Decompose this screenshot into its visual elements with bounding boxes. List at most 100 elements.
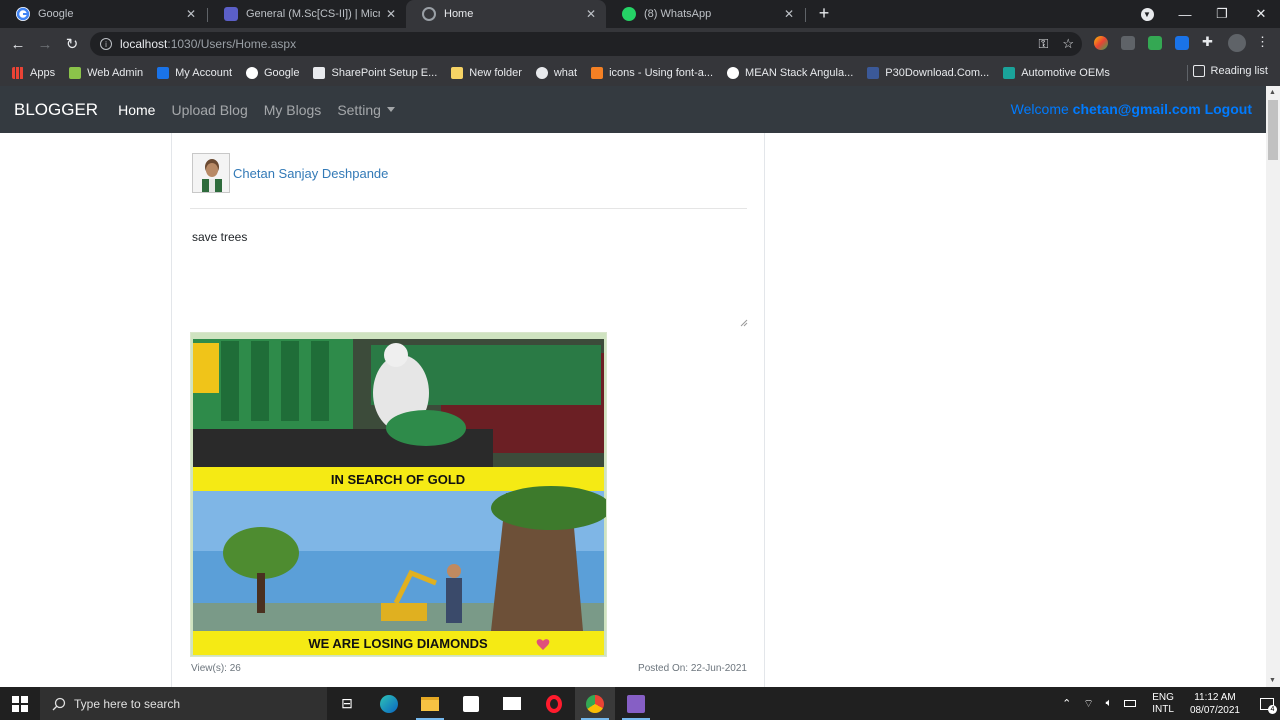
post-text: save trees xyxy=(192,230,248,244)
extension-green-icon[interactable] xyxy=(1148,36,1162,50)
sharepoint-icon xyxy=(313,67,326,79)
bookmark-mean-stack[interactable]: MEAN Stack Angula... xyxy=(727,67,853,79)
nav-setting-label: Setting xyxy=(337,101,381,118)
language-indicator[interactable]: ENG INTL xyxy=(1152,692,1174,716)
close-tab-icon[interactable]: ✕ xyxy=(586,7,596,21)
tab-title: (8) WhatsApp xyxy=(644,8,712,20)
battery-icon[interactable] xyxy=(1124,700,1137,707)
tab-whatsapp[interactable]: (8) WhatsApp ✕ xyxy=(606,0,804,28)
back-button[interactable]: ← xyxy=(8,34,28,54)
bookmark-label: what xyxy=(553,67,578,79)
forward-button[interactable]: → xyxy=(35,34,55,54)
nav-my-blogs[interactable]: My Blogs xyxy=(264,102,322,118)
tab-home[interactable]: Home ✕ xyxy=(406,0,606,28)
post-footer: View(s): 26 Posted On: 22-Jun-2021 xyxy=(191,663,747,674)
google-icon xyxy=(16,7,30,21)
tab-teams[interactable]: General (M.Sc[CS-II]) | Microsoft ✕ xyxy=(208,0,406,28)
bookmark-label: SharePoint Setup E... xyxy=(331,67,438,79)
author-name-link[interactable]: Chetan Sanjay Deshpande xyxy=(233,166,388,181)
reading-list-label: Reading list xyxy=(1210,65,1268,77)
url-host: localhost xyxy=(120,37,168,51)
bookmark-my-account[interactable]: My Account xyxy=(157,67,232,79)
taskbar-search-box[interactable]: Type here to search xyxy=(40,687,327,720)
close-tab-icon[interactable]: ✕ xyxy=(784,7,794,21)
reload-button[interactable]: ↻ xyxy=(62,34,82,54)
scroll-down-icon[interactable]: ▼ xyxy=(1269,677,1276,684)
visual-studio-icon xyxy=(627,694,645,713)
close-tab-icon[interactable]: ✕ xyxy=(186,7,196,21)
bookmark-new-folder[interactable]: New folder xyxy=(451,67,522,79)
chevron-up-icon[interactable]: ⌃ xyxy=(1062,697,1071,710)
bookmark-p30download[interactable]: P30Download.Com... xyxy=(867,67,989,79)
s-logo-icon xyxy=(1003,67,1016,79)
tab-google[interactable]: Google ✕ xyxy=(0,0,206,28)
bookmark-label: New folder xyxy=(469,67,522,79)
visual-studio-app[interactable] xyxy=(616,687,656,720)
author-avatar xyxy=(192,153,230,193)
system-clock[interactable]: 11:12 AM 08/07/2021 xyxy=(1190,691,1240,717)
extension-c-icon[interactable] xyxy=(1121,36,1135,50)
bookmark-apps[interactable]: Apps xyxy=(12,67,55,79)
close-tab-icon[interactable]: ✕ xyxy=(386,7,396,21)
bookmark-label: P30Download.Com... xyxy=(885,67,990,79)
task-view-button[interactable]: ⊟ xyxy=(327,687,367,720)
network-icon[interactable]: ⌔ xyxy=(1083,697,1093,711)
mail-app[interactable] xyxy=(492,687,532,720)
tab-divider xyxy=(805,8,806,22)
volume-icon[interactable]: 🔈︎ xyxy=(1106,697,1113,710)
whatsapp-icon xyxy=(622,7,636,21)
page-scrollbar[interactable]: ▲ ▼ xyxy=(1266,86,1280,687)
nav-home[interactable]: Home xyxy=(118,102,155,118)
new-tab-button[interactable]: + xyxy=(814,3,834,24)
key-icon[interactable]: ⚿ xyxy=(1038,36,1048,52)
notification-center-button[interactable]: 4 xyxy=(1254,687,1280,720)
reading-list-icon xyxy=(1192,65,1205,77)
nav-setting-dropdown[interactable]: Setting xyxy=(337,102,395,118)
nav-upload-blog[interactable]: Upload Blog xyxy=(171,102,247,118)
windows-taskbar: Type here to search ⊟ ⌃ ⌔ 🔈︎ ENG INTL 11… xyxy=(0,687,1280,720)
scrollbar-thumb[interactable] xyxy=(1268,100,1278,160)
apps-grid-icon xyxy=(12,67,24,79)
bookmark-sharepoint[interactable]: SharePoint Setup E... xyxy=(313,67,437,79)
bookmark-label: My Account xyxy=(175,67,232,79)
extension-check-icon[interactable] xyxy=(1175,36,1189,50)
reading-list-button[interactable]: Reading list xyxy=(1192,65,1268,77)
extensions-puzzle-icon[interactable]: ✚ xyxy=(1202,34,1216,49)
logout-link[interactable]: Logout xyxy=(1205,101,1252,117)
bookmark-label: Automotive OEMs xyxy=(1021,67,1110,79)
scroll-up-icon[interactable]: ▲ xyxy=(1269,89,1276,96)
start-button[interactable] xyxy=(0,687,40,720)
profile-avatar[interactable] xyxy=(1228,34,1246,52)
caret-down-icon xyxy=(386,106,395,112)
site-info-icon[interactable]: i xyxy=(100,38,112,50)
welcome-text: Welcome xyxy=(1010,101,1073,117)
edge-app[interactable] xyxy=(369,687,409,720)
bookmark-icons-font[interactable]: icons - Using font-a... xyxy=(591,67,713,79)
bookmark-star-icon[interactable]: ☆ xyxy=(1062,36,1074,52)
bookmark-web-admin[interactable]: Web Admin xyxy=(69,67,143,79)
close-window-button[interactable]: ✕ xyxy=(1242,0,1280,28)
address-bar[interactable]: i localhost:1030/Users/Home.aspx ⚿ ☆ xyxy=(90,32,1082,56)
bookmark-what[interactable]: what xyxy=(535,67,578,79)
opera-app[interactable] xyxy=(534,687,574,720)
restore-button[interactable]: ❐ xyxy=(1203,0,1241,28)
chrome-menu-icon[interactable]: ⋮ xyxy=(1256,34,1270,49)
teams-icon xyxy=(224,7,238,21)
bookmark-label: MEAN Stack Angula... xyxy=(745,67,854,79)
blog-post-card: Chetan Sanjay Deshpande save trees IN SE… xyxy=(171,133,765,687)
minimize-button[interactable]: — xyxy=(1166,0,1204,28)
image-caption-top: IN SEARCH OF GOLD xyxy=(331,472,465,487)
tab-search-button[interactable]: ▼ xyxy=(1128,0,1166,28)
browser-toolbar: ← → ↻ i localhost:1030/Users/Home.aspx ⚿… xyxy=(0,28,1280,60)
globe-icon xyxy=(535,67,548,79)
file-explorer-app[interactable] xyxy=(410,687,450,720)
bookmark-automotive[interactable]: Automotive OEMs xyxy=(1003,67,1110,79)
store-app[interactable] xyxy=(451,687,491,720)
store-icon xyxy=(463,695,479,712)
site-brand[interactable]: BLOGGER xyxy=(14,100,98,120)
chrome-app[interactable] xyxy=(575,687,615,720)
system-tray: ⌃ ⌔ 🔈︎ ENG INTL 11:12 AM 08/07/2021 4 xyxy=(1056,687,1280,720)
textarea-resize-handle[interactable] xyxy=(740,319,748,327)
bookmark-google[interactable]: Google xyxy=(246,67,299,79)
extension-color-icon[interactable] xyxy=(1094,36,1108,50)
